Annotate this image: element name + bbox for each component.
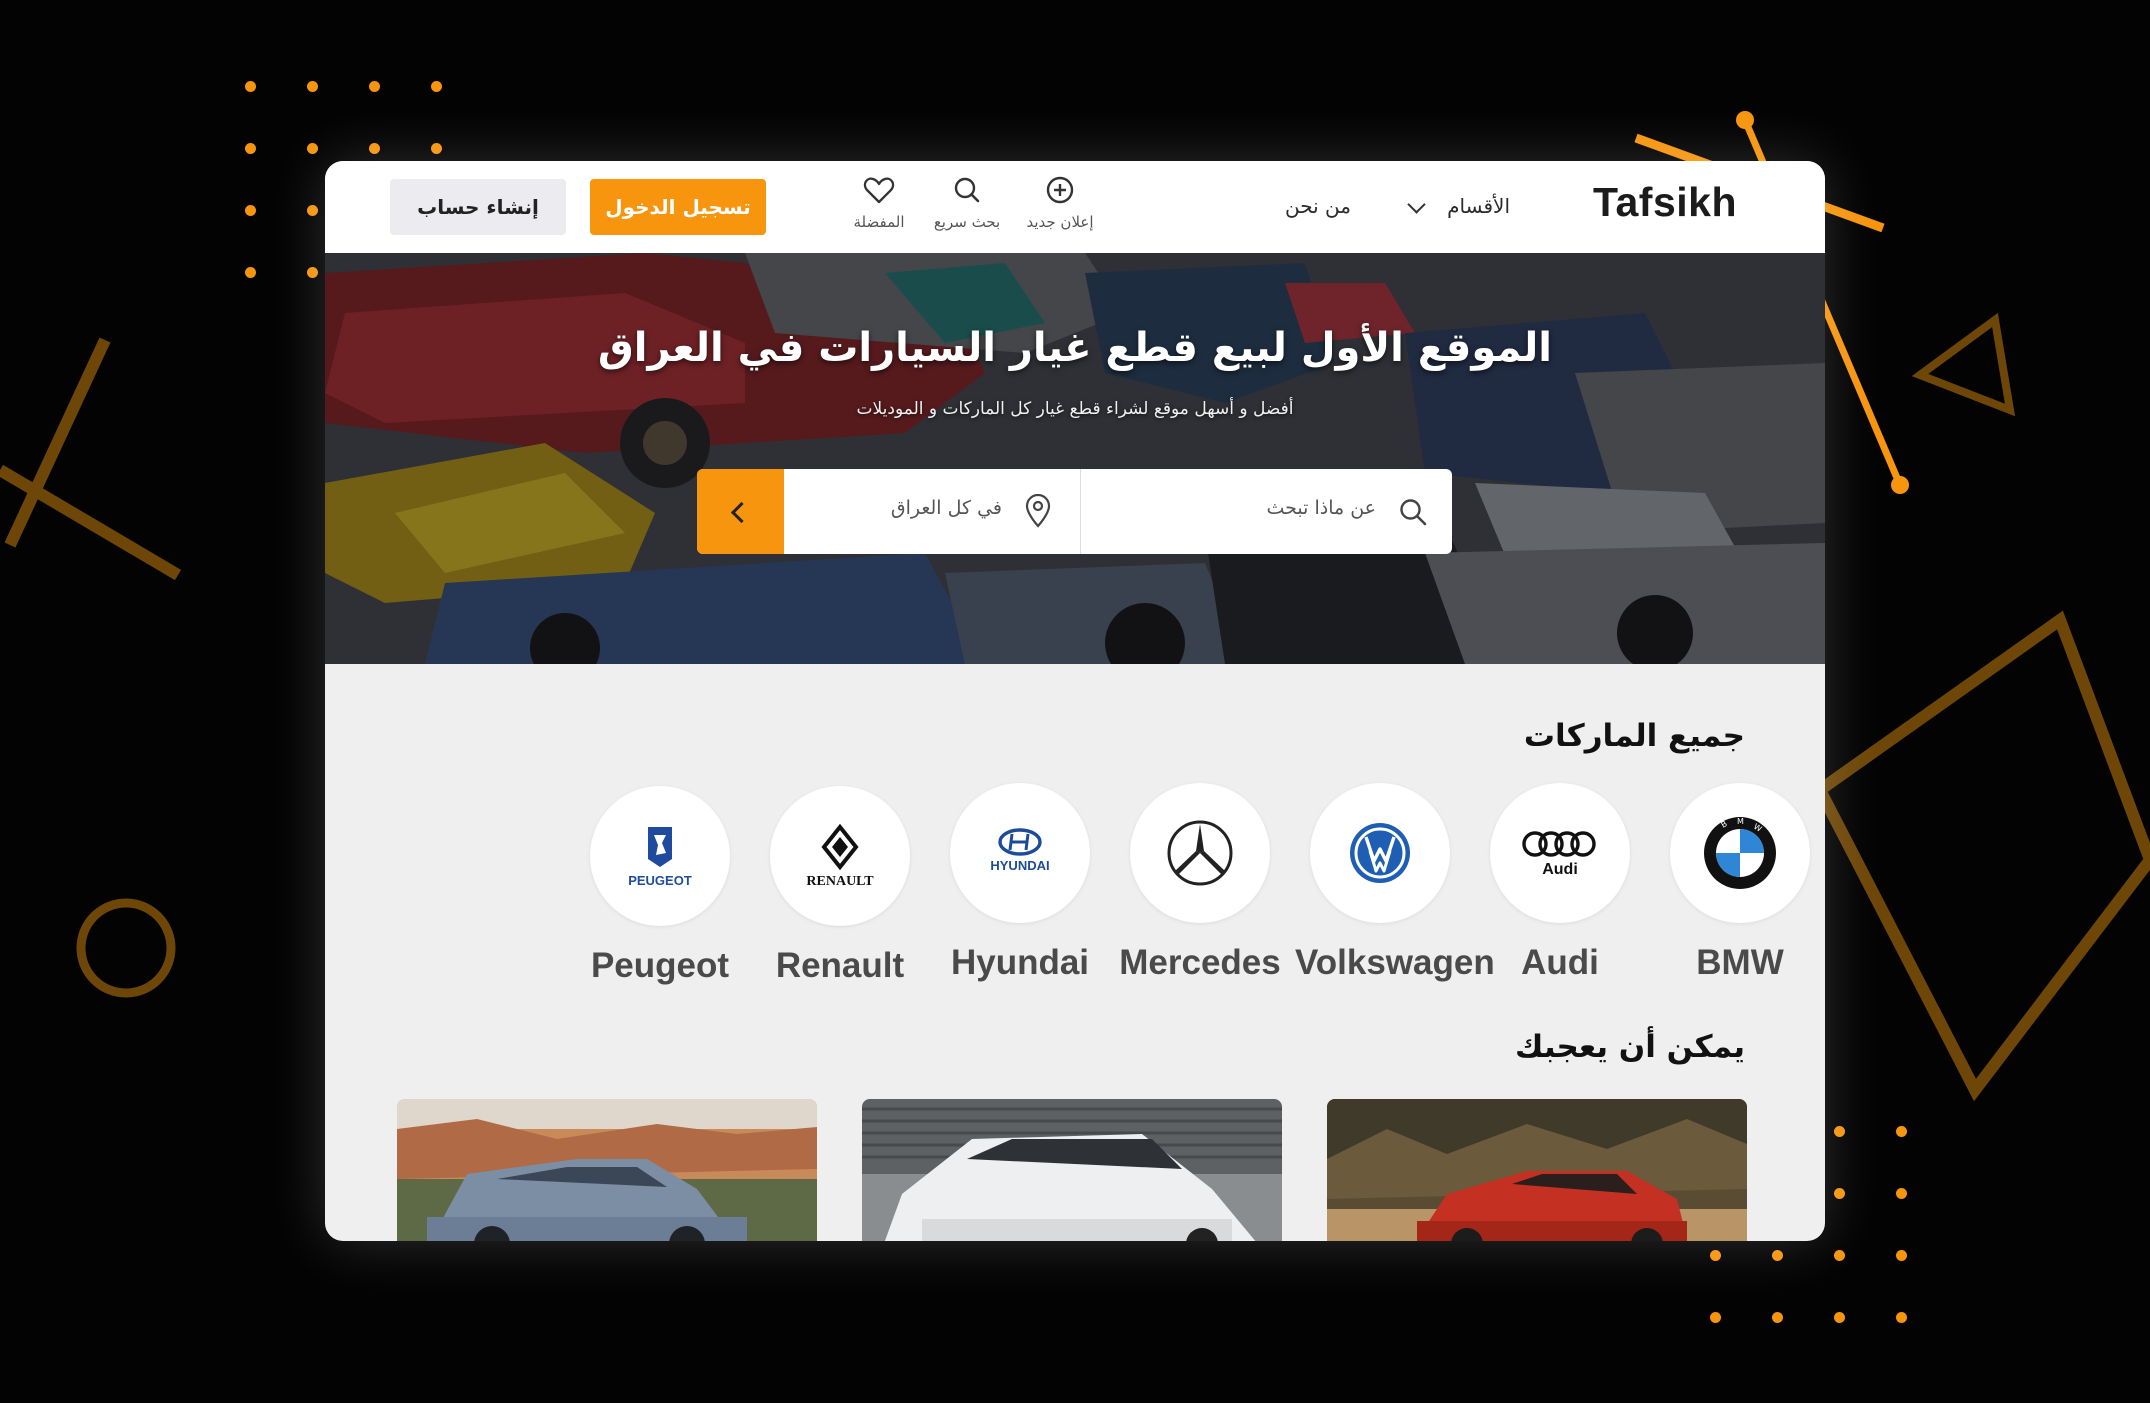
audi-logo: Audi: [1522, 831, 1596, 878]
brand-logo-circle: Audi: [1490, 783, 1630, 923]
categories-menu[interactable]: الأقسام: [1407, 189, 1510, 225]
heart-icon: [863, 177, 895, 204]
svg-text:Audi: Audi: [1542, 861, 1578, 878]
brand-logo-circle: HYUNDAI: [950, 783, 1090, 923]
search-placeholder: عن ماذا تبحث: [1266, 497, 1376, 519]
brand-name: Audi: [1521, 943, 1599, 982]
brand-name: Hyundai: [950, 943, 1090, 982]
brand-card-mercedes[interactable]: Mercedes: [1115, 783, 1285, 983]
categories-label: الأقسام: [1447, 194, 1510, 218]
hero-subtitle: أفضل و أسهل موقع لشراء قطع غيار كل المار…: [856, 399, 1294, 419]
login-button[interactable]: تسجيل الدخول: [590, 179, 766, 235]
recommended-title: يمكن أن يعجبك: [1514, 1029, 1745, 1065]
hero-banner: الموقع الأول لبيع قطع غيار السيارات في ا…: [325, 253, 1825, 664]
favorites-label: المفضلة: [853, 213, 905, 231]
brand-logo-circle: RENAULT: [770, 786, 910, 926]
brand-name: Peugeot: [590, 946, 730, 985]
browser-card: Tafsikh الأقسام من نحن إعلان جديد بحث سر…: [325, 161, 1825, 1241]
hyundai-logo-text: HYUNDAI: [990, 858, 1049, 873]
hero-title: الموقع الأول لبيع قطع غيار السيارات في ا…: [598, 325, 1552, 371]
brand-card-bmw[interactable]: B M W BMW: [1655, 783, 1825, 983]
brand-card-peugeot[interactable]: PEUGEOT Peugeot: [575, 786, 745, 986]
quick-search-button[interactable]: بحث سريع: [922, 175, 1012, 231]
volkswagen-logo: [1350, 823, 1410, 883]
plus-circle-icon: [1046, 176, 1074, 204]
brand-logo-circle: [1310, 783, 1450, 923]
brand-name: Volkswagen: [1295, 943, 1495, 982]
brand-logo-circle: PEUGEOT: [590, 786, 730, 926]
location-placeholder: في كل العراق: [890, 497, 1002, 519]
brand-card-volkswagen[interactable]: Volkswagen: [1295, 783, 1495, 983]
search-submit-button[interactable]: [697, 469, 784, 554]
brand-name: BMW: [1696, 943, 1784, 982]
product-card[interactable]: [397, 1099, 817, 1241]
about-link[interactable]: من نحن: [1285, 194, 1351, 218]
brand-logo-circle: [1130, 783, 1270, 923]
peugeot-logo-text: PEUGEOT: [628, 873, 692, 888]
site-logo[interactable]: Tafsikh: [1593, 179, 1737, 226]
product-card[interactable]: [1327, 1099, 1747, 1241]
grey-suv-photo: [397, 1099, 817, 1241]
mercedes-logo: [1167, 820, 1233, 886]
search-input[interactable]: عن ماذا تبحث: [1081, 469, 1452, 554]
search-icon: [954, 177, 980, 203]
brands-title: جميع الماركات: [1523, 718, 1745, 754]
search-icon: [1400, 499, 1427, 526]
chevron-left-icon: [730, 501, 753, 524]
signup-button[interactable]: إنشاء حساب: [390, 179, 566, 235]
site-header: Tafsikh الأقسام من نحن إعلان جديد بحث سر…: [325, 161, 1825, 253]
search-bar: في كل العراق عن ماذا تبحث: [697, 469, 1452, 554]
new-ad-label: إعلان جديد: [1026, 213, 1094, 231]
brand-card-renault[interactable]: RENAULT Renault: [755, 786, 925, 986]
quick-search-label: بحث سريع: [933, 213, 1001, 231]
location-field[interactable]: في كل العراق: [784, 469, 1080, 554]
renault-logo: RENAULT: [806, 823, 874, 889]
renault-logo-text: RENAULT: [806, 874, 874, 889]
brand-logo-circle: B M W: [1670, 783, 1810, 923]
white-hatchback-photo: [862, 1099, 1282, 1241]
brand-card-hyundai[interactable]: HYUNDAI Hyundai: [935, 783, 1105, 983]
brand-card-audi[interactable]: Audi Audi: [1475, 783, 1645, 983]
hyundai-logo: HYUNDAI: [990, 828, 1050, 873]
bmw-logo: B M W: [1704, 817, 1776, 889]
peugeot-logo: PEUGEOT: [628, 827, 692, 888]
brand-name: Mercedes: [1119, 943, 1281, 982]
new-ad-button[interactable]: إعلان جديد: [1015, 175, 1105, 231]
location-pin-icon: [1025, 494, 1051, 528]
chevron-down-icon: [1407, 195, 1426, 214]
favorites-button[interactable]: المفضلة: [839, 175, 919, 231]
red-compact-suv-photo: [1327, 1099, 1747, 1241]
hero-overlay: [325, 253, 1825, 664]
svg-text:M: M: [1737, 817, 1744, 826]
brand-name: Renault: [775, 946, 905, 985]
product-card[interactable]: [862, 1099, 1282, 1241]
